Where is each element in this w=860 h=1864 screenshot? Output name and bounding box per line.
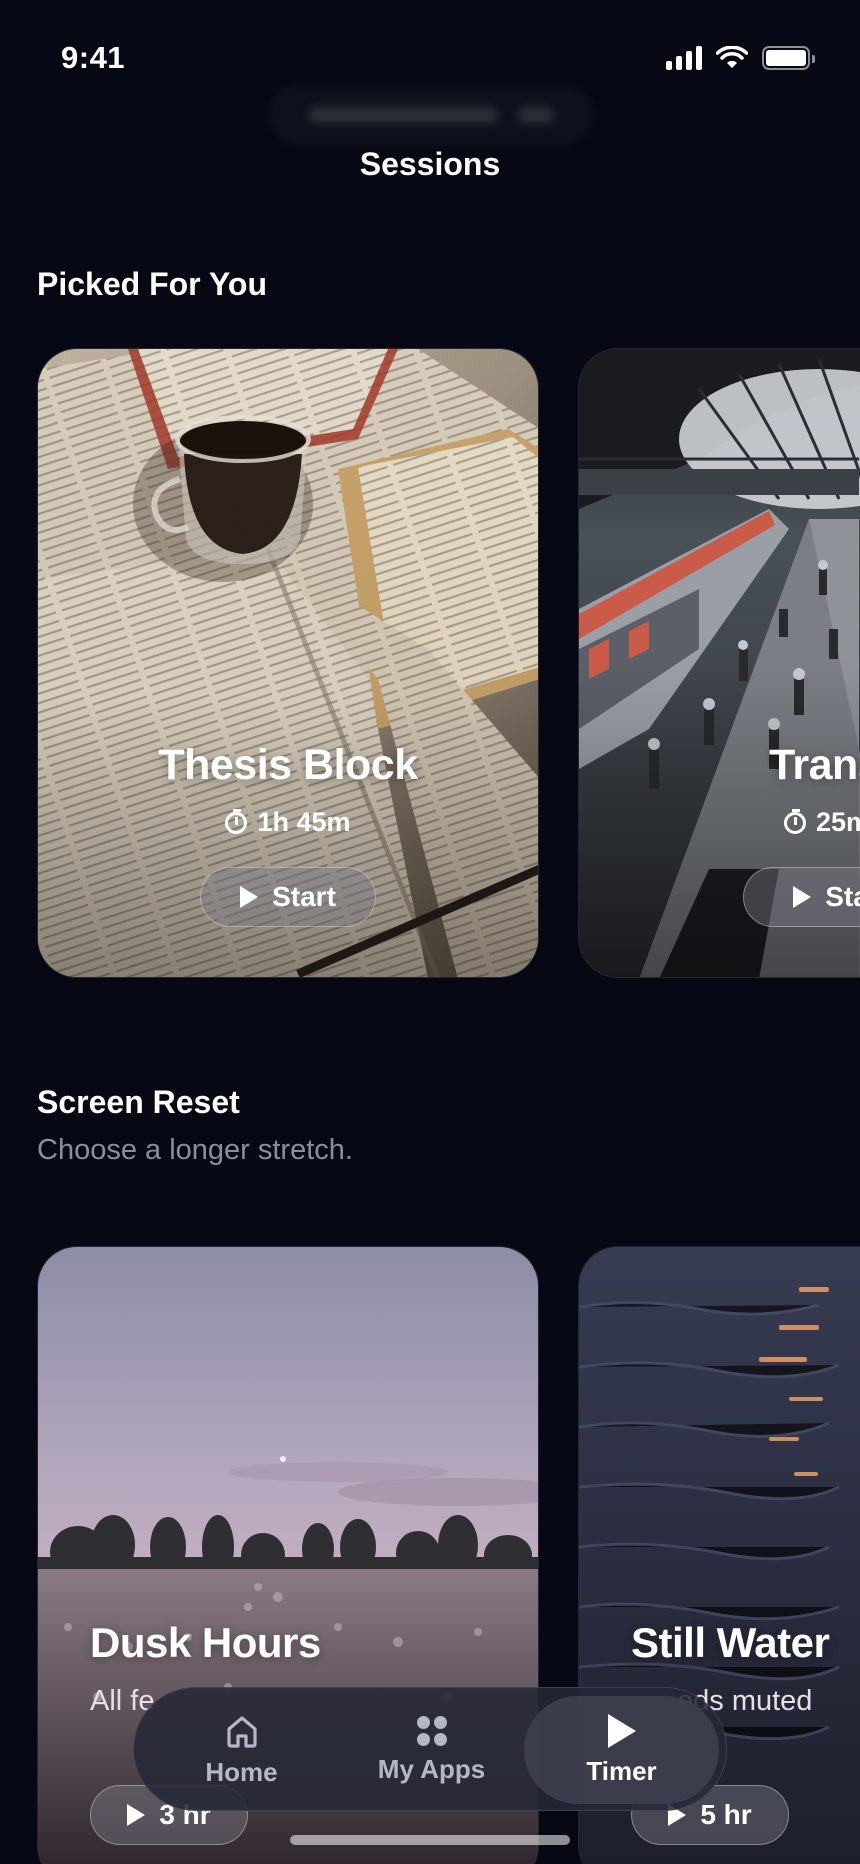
duration-label: 25m — [816, 807, 860, 837]
status-icons — [666, 46, 815, 70]
session-card-trans[interactable]: Trans 25m Sta — [578, 348, 860, 978]
card-duration: 1h 45m — [38, 807, 538, 838]
clock-icon — [225, 808, 248, 834]
tab-label: Timer — [586, 1755, 657, 1786]
timer-icon — [607, 1713, 636, 1748]
tab-label: Home — [205, 1756, 278, 1787]
blurred-banner — [268, 84, 594, 146]
card-title: Dusk Hours — [90, 1619, 321, 1666]
duration-button-label: 5 hr — [700, 1799, 752, 1830]
start-button[interactable]: Start — [200, 867, 376, 927]
play-icon — [793, 886, 812, 908]
battery-icon — [762, 46, 815, 70]
status-time: 9:41 — [61, 40, 126, 75]
page-title: Sessions — [359, 146, 501, 182]
card-duration: 25m — [784, 807, 860, 838]
card-title: Thesis Block — [158, 741, 418, 789]
section-subtitle: Choose a longer stretch. — [37, 1134, 353, 1166]
start-button-label: Sta — [825, 881, 860, 912]
start-button[interactable]: Sta — [743, 867, 860, 927]
session-card-thesis-block[interactable]: Thesis Block 1h 45m Start — [37, 348, 539, 978]
section-title-screen-reset: Screen Reset — [37, 1084, 240, 1120]
duration-label: 1h 45m — [257, 807, 351, 837]
cellular-signal-icon — [666, 46, 702, 70]
tab-timer[interactable]: Timer — [524, 1696, 719, 1804]
card-title: Trans — [769, 741, 860, 789]
apps-icon — [416, 1715, 447, 1746]
start-button-label: Start — [272, 881, 336, 912]
wifi-icon — [716, 46, 748, 68]
tab-bar: Home My Apps Timer — [133, 1687, 727, 1811]
tab-label: My Apps — [377, 1753, 486, 1784]
tab-my-apps[interactable]: My Apps — [334, 1696, 529, 1804]
tab-home[interactable]: Home — [144, 1696, 339, 1804]
play-icon — [127, 1804, 146, 1826]
home-icon — [226, 1715, 257, 1748]
section-title-picked: Picked For You — [37, 266, 267, 302]
card-title: Still Water — [631, 1619, 830, 1666]
clock-icon — [784, 808, 806, 834]
play-icon — [240, 886, 259, 908]
sessions-screen: 9:41 Sessions Picked For You Thesis Bloc… — [0, 0, 860, 1864]
home-indicator[interactable] — [290, 1835, 570, 1845]
